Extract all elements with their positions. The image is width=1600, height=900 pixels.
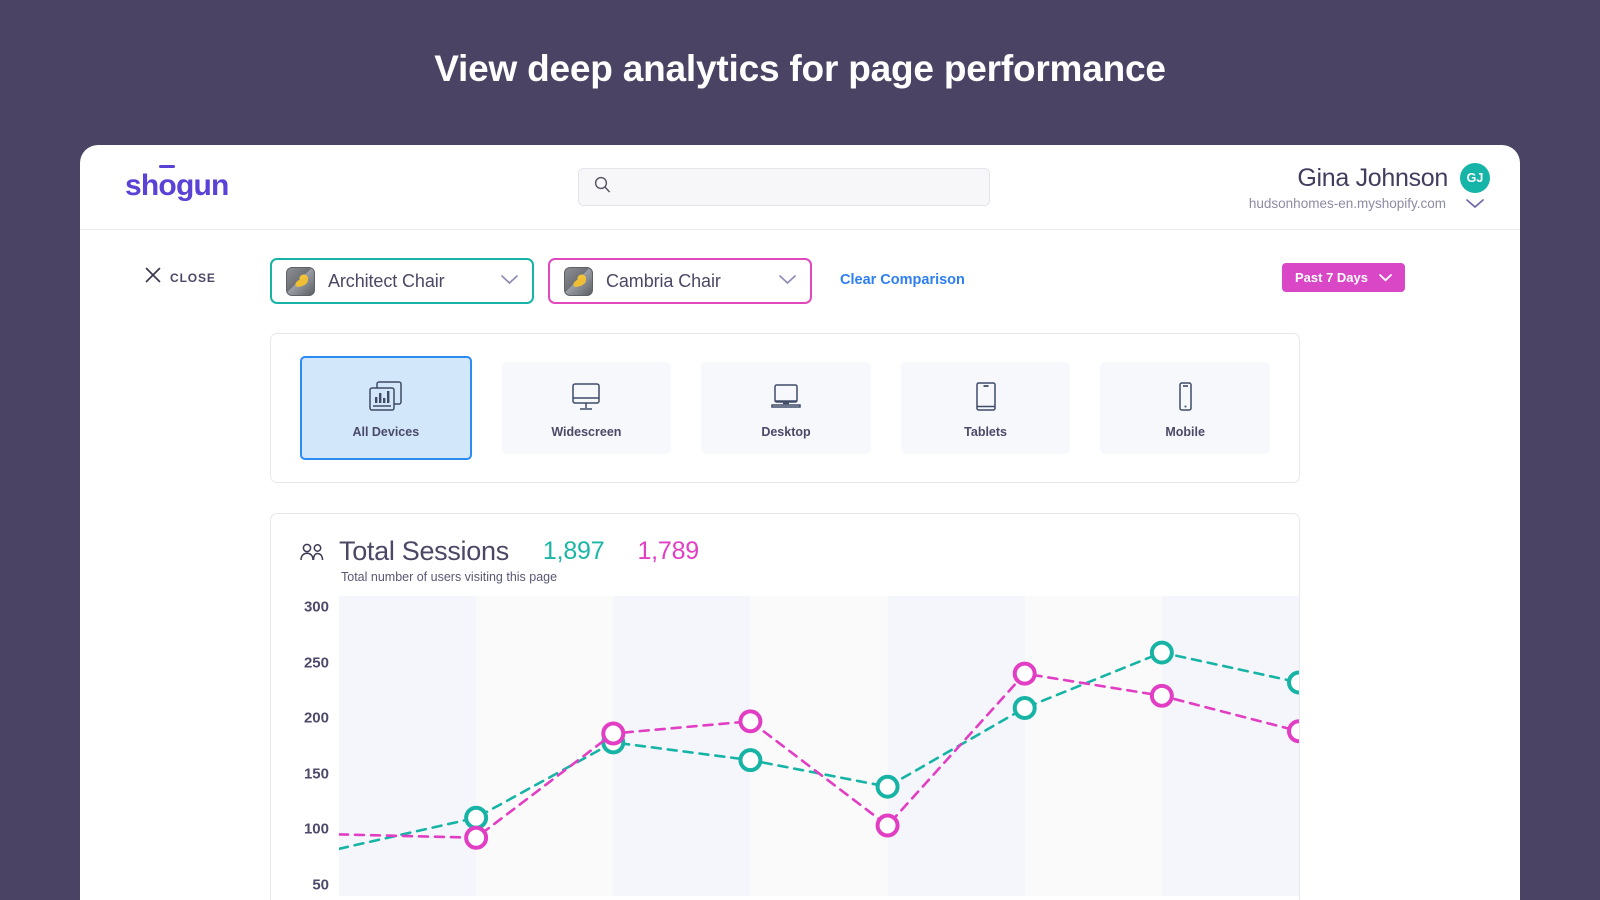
metric-value-b: 1,789 [637,537,700,565]
y-axis-tick: 200 [303,709,329,727]
mobile-icon [1174,378,1196,416]
close-label: CLOSE [170,270,216,285]
y-axis-labels: 300 250 200 150 100 50 [271,596,339,896]
store-domain: hudsonhomes-en.myshopify.com [1248,196,1446,211]
total-sessions-chart-card: Total Sessions 1,897 1,789 Total number … [270,513,1300,900]
product-thumbnail-b [564,266,593,296]
product-selector-a[interactable]: Architect Chair [270,258,534,304]
user-menu[interactable]: Gina Johnson GJ hudsonhomes-en.myshopify… [1249,163,1490,211]
chart-title: Total Sessions [339,536,509,566]
device-tab-label: Widescreen [551,424,622,439]
series-data-point[interactable] [1015,664,1035,684]
metric-value-a: 1,897 [542,537,605,565]
product-name-a: Architect Chair [328,270,445,291]
device-tab-label: All Devices [352,424,420,439]
chart-header: Total Sessions 1,897 1,789 [271,514,1299,567]
chart-series-svg [339,596,1299,895]
avatar: GJ [1460,163,1490,193]
search-input[interactable] [621,179,961,195]
close-button[interactable]: CLOSE [145,267,216,288]
device-tab-label: Desktop [761,424,811,439]
search-bar[interactable] [578,168,990,206]
y-axis-tick: 300 [303,598,329,616]
date-range-label: Past 7 Days [1295,270,1368,285]
all-devices-icon [368,378,404,416]
device-filter-card: All Devices Widescreen Desktop Tablets M… [270,333,1300,483]
device-tab-tablets[interactable]: Tablets [900,362,1071,454]
y-axis-tick: 150 [303,765,329,783]
top-navigation-bar: shogun Gina Johnson GJ hudsonhomes-en.my… [80,145,1520,230]
tablet-icon [973,378,999,416]
shogun-logo[interactable]: shogun [125,165,229,203]
series-data-point[interactable] [740,711,760,731]
device-tab-label: Tablets [964,424,1007,439]
search-icon [594,176,611,198]
date-range-button[interactable]: Past 7 Days [1282,263,1405,292]
series-data-point[interactable] [878,777,898,797]
logo-text-post: gun [175,169,229,202]
clear-comparison-link[interactable]: Clear Comparison [840,272,965,288]
chevron-down-icon [1379,273,1392,282]
series-data-point[interactable] [603,724,623,744]
device-tab-label: Mobile [1165,424,1205,439]
close-icon [145,267,161,288]
series-data-point[interactable] [1015,698,1035,718]
people-icon [299,542,325,562]
series-data-point[interactable] [466,808,486,828]
logo-text-pre: sh [125,169,159,202]
user-name: Gina Johnson [1297,163,1448,192]
widescreen-icon [570,378,602,416]
chevron-down-icon[interactable] [779,272,796,290]
series-data-point[interactable] [1152,686,1172,706]
series-data-point[interactable] [878,816,898,836]
y-axis-tick: 250 [303,654,329,672]
chart-plot-area [339,596,1299,896]
device-tab-desktop[interactable]: Desktop [701,362,871,454]
page-title: View deep analytics for page performance [434,48,1166,89]
device-tab-widescreen[interactable]: Widescreen [501,362,672,454]
series-data-point[interactable] [466,828,486,848]
series-data-point[interactable] [1289,673,1299,693]
series-data-point[interactable] [1289,721,1299,741]
y-axis-tick: 50 [312,876,329,894]
product-name-b: Cambria Chair [606,270,721,291]
series-data-point[interactable] [1152,643,1172,663]
chevron-down-icon[interactable] [501,272,518,290]
chevron-down-icon[interactable] [1460,198,1490,209]
chart-plot-wrapper: 300 250 200 150 100 50 [271,596,1299,896]
desktop-icon [770,378,802,416]
app-window: shogun Gina Johnson GJ hudsonhomes-en.my… [80,145,1520,900]
product-selector-b[interactable]: Cambria Chair [548,258,812,304]
product-thumbnail-a [286,266,315,296]
chart-subtitle: Total number of users visiting this page [341,570,558,584]
device-tab-all-devices[interactable]: All Devices [300,356,472,460]
logo-text-macron: o [158,165,177,202]
series-data-point[interactable] [740,750,760,770]
device-tab-mobile[interactable]: Mobile [1100,362,1270,454]
y-axis-tick: 100 [303,820,329,838]
